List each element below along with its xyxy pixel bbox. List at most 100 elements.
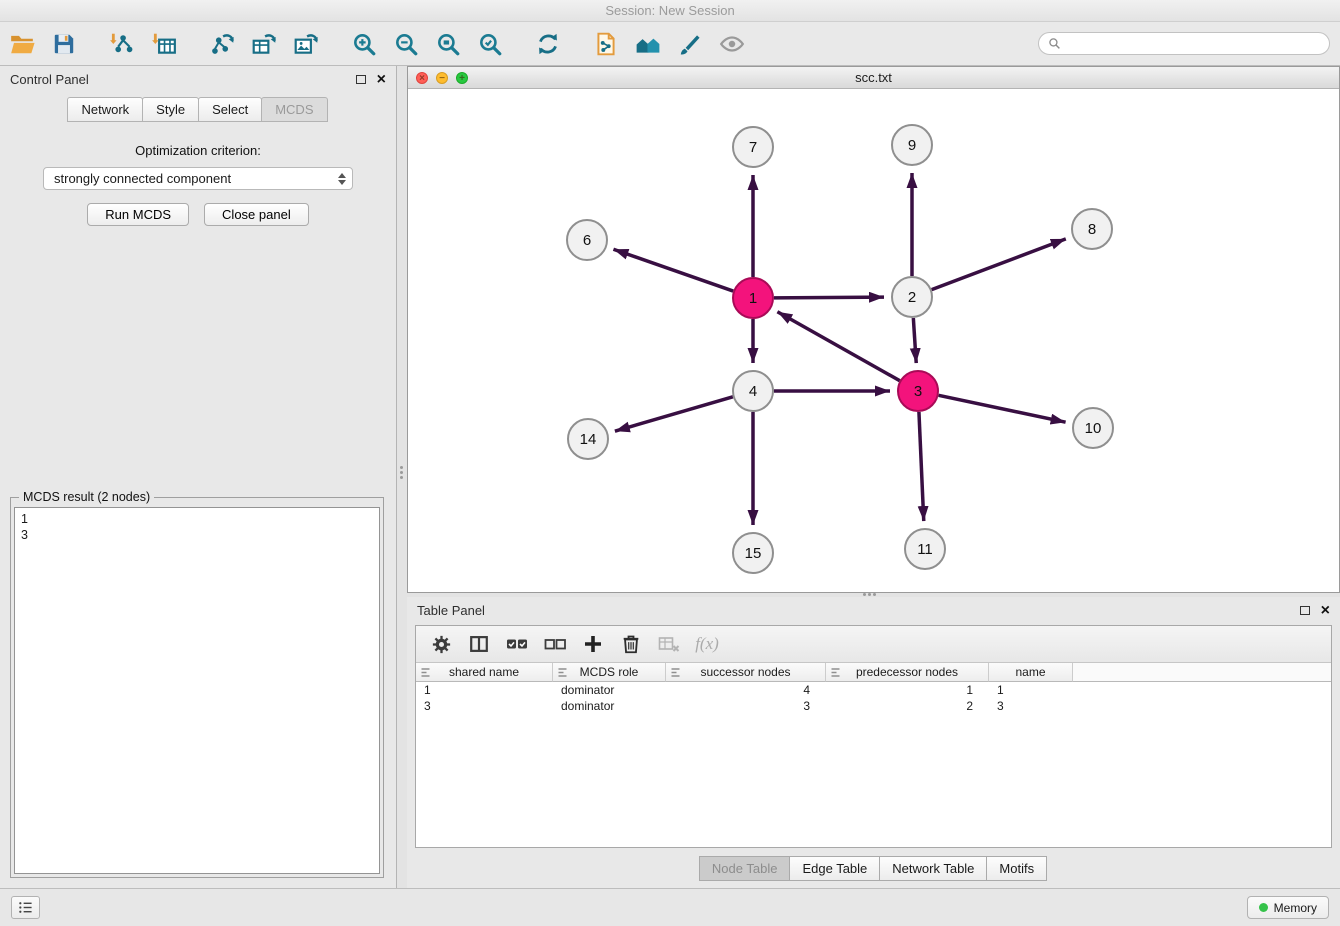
graph-edge-3-10[interactable] [939,395,1066,422]
cell-shared-name: 3 [416,698,553,714]
table-toolbar: f(x) [416,626,1331,663]
graph-edge-2-3[interactable] [913,318,916,363]
run-mcds-button[interactable]: Run MCDS [87,203,189,226]
hide-selected-button[interactable] [714,26,750,62]
delete-table-button[interactable] [654,629,684,659]
delete-table-icon [657,632,681,656]
function-builder-button[interactable]: f(x) [692,629,722,659]
column-header-name[interactable]: name [989,663,1073,682]
table-panel-title: Table Panel [417,603,485,618]
main-toolbar [0,22,1340,66]
tab-style[interactable]: Style [142,97,199,122]
search-box[interactable] [1038,32,1330,55]
fx-icon: f(x) [695,634,719,654]
float-panel-icon[interactable] [356,75,366,84]
window-zoom-button[interactable]: + [456,72,468,84]
network-graph-canvas[interactable]: 7968124314101511 [408,89,1339,592]
tab-select[interactable]: Select [198,97,262,122]
import-network-from-file-button[interactable] [104,26,140,62]
vertical-splitter[interactable] [397,66,407,888]
table-settings-button[interactable] [426,629,456,659]
search-icon [1048,37,1061,50]
graph-node-label: 1 [749,290,757,307]
table-row[interactable]: 1 dominator 4 1 1 [416,682,1331,698]
list-icon [18,900,33,915]
column-header-predecessor-nodes[interactable]: predecessor nodes [826,663,989,682]
network-window-title: scc.txt [855,70,892,85]
toolbar-separator [572,43,582,44]
export-image-button[interactable] [288,26,324,62]
float-panel-icon[interactable] [1300,606,1310,615]
export-table-button[interactable] [246,26,282,62]
export-image-icon [293,31,319,57]
graph-edge-2-8[interactable] [932,239,1066,290]
graph-edge-4-14[interactable] [615,397,733,431]
network-view-window: × − + scc.txt 7968124314101511 [407,66,1340,593]
application-window: Session: New Session [0,0,1340,926]
apply-layout-button[interactable] [530,26,566,62]
close-panel-icon[interactable]: × [1321,604,1330,618]
tab-motifs[interactable]: Motifs [986,856,1047,881]
toolbar-separator [330,43,340,44]
add-row-button[interactable] [578,629,608,659]
tab-mcds[interactable]: MCDS [261,97,327,122]
graph-node-label: 3 [914,383,922,400]
window-titlebar: Session: New Session [0,0,1340,22]
select-all-rows-button[interactable] [502,629,532,659]
cell-mcds-role: dominator [553,698,666,714]
optimization-criterion-select[interactable]: strongly connected component [43,167,353,190]
window-minimize-button[interactable]: − [436,72,448,84]
memory-status-icon [1259,903,1268,912]
export-network-button[interactable] [204,26,240,62]
control-panel-title: Control Panel [10,72,89,87]
save-floppy-icon [51,31,77,57]
close-panel-icon[interactable]: × [377,73,386,87]
tab-node-table[interactable]: Node Table [699,856,791,881]
column-sort-icon [557,667,568,678]
delete-row-button[interactable] [616,629,646,659]
search-input[interactable] [1066,36,1320,51]
cell-mcds-role: dominator [553,682,666,698]
cell-name: 1 [989,682,1073,698]
graph-edge-3-1[interactable] [777,312,899,381]
window-close-button[interactable]: × [416,72,428,84]
column-header-mcds-role[interactable]: MCDS role [553,663,666,682]
control-panel-tabs: Network Style Select MCDS [0,97,396,122]
zoom-fit-button[interactable] [430,26,466,62]
deselect-all-rows-button[interactable] [540,629,570,659]
trash-icon [620,633,642,655]
window-title: Session: New Session [605,3,734,18]
graph-edge-1-2[interactable] [774,297,884,298]
zoom-out-button[interactable] [388,26,424,62]
import-table-icon [151,31,177,57]
graph-edge-1-6[interactable] [613,249,733,291]
task-history-button[interactable] [11,896,40,919]
tab-network-table[interactable]: Network Table [879,856,987,881]
splitter-grip-icon [400,466,403,479]
open-file-button[interactable] [4,26,40,62]
graph-edge-3-11[interactable] [919,412,924,521]
header-filler [1073,663,1331,682]
first-neighbors-button[interactable] [588,26,624,62]
column-header-successor-nodes[interactable]: successor nodes [666,663,826,682]
toolbar-separator [88,43,98,44]
tab-network[interactable]: Network [67,97,143,122]
paint-style-button[interactable] [672,26,708,62]
memory-button[interactable]: Memory [1247,896,1329,919]
close-panel-button[interactable]: Close panel [204,203,309,226]
show-all-networks-button[interactable] [630,26,666,62]
save-session-button[interactable] [46,26,82,62]
graph-node-label: 15 [745,545,762,562]
column-header-shared-name[interactable]: shared name [416,663,553,682]
show-column-panel-button[interactable] [464,629,494,659]
mcds-result-title: MCDS result (2 nodes) [19,490,154,504]
mcds-result-list[interactable]: 1 3 [14,507,380,874]
graph-node-label: 8 [1088,221,1096,238]
zoom-in-button[interactable] [346,26,382,62]
table-row[interactable]: 3 dominator 3 2 3 [416,698,1331,714]
import-table-from-file-button[interactable] [146,26,182,62]
zoom-selected-button[interactable] [472,26,508,62]
tab-edge-table[interactable]: Edge Table [789,856,880,881]
control-panel-header: Control Panel × [0,66,396,93]
graph-node-label: 4 [749,383,757,400]
